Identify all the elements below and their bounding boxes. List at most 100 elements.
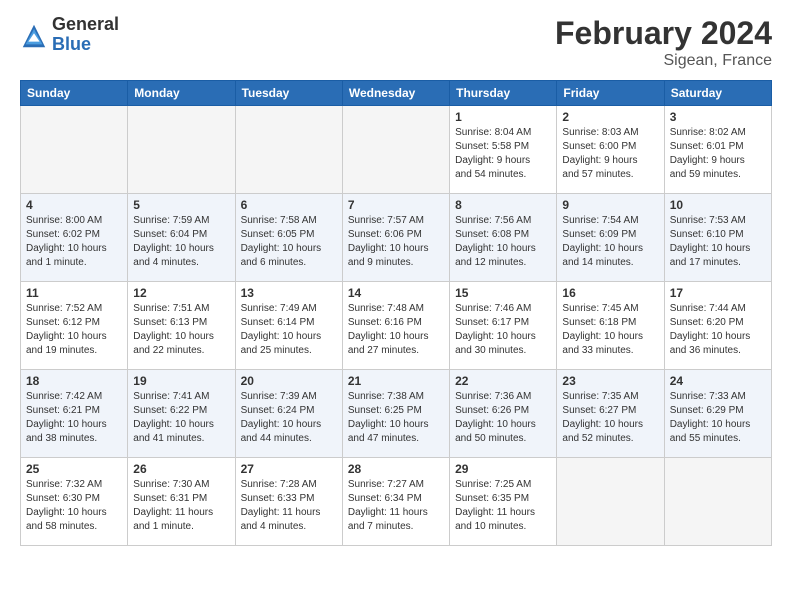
- calendar-cell: 15 Sunrise: 7:46 AM Sunset: 6:17 PM Dayli…: [450, 282, 557, 370]
- weekday-header: Tuesday: [235, 81, 342, 106]
- day-number: 8: [455, 198, 551, 212]
- day-number: 12: [133, 286, 229, 300]
- calendar-cell: 18 Sunrise: 7:42 AM Sunset: 6:21 PM Dayli…: [21, 370, 128, 458]
- day-info: Sunrise: 7:54 AM Sunset: 6:09 PM Dayligh…: [562, 214, 658, 270]
- calendar-cell: 9 Sunrise: 7:54 AM Sunset: 6:09 PM Daylig…: [557, 194, 664, 282]
- calendar-week-row: 11 Sunrise: 7:52 AM Sunset: 6:12 PM Dayli…: [21, 282, 772, 370]
- calendar-cell: [557, 458, 664, 546]
- day-info: Sunrise: 7:32 AM Sunset: 6:30 PM Dayligh…: [26, 478, 122, 534]
- day-info: Sunrise: 7:48 AM Sunset: 6:16 PM Dayligh…: [348, 302, 444, 358]
- calendar-cell: 21 Sunrise: 7:38 AM Sunset: 6:25 PM Dayli…: [342, 370, 449, 458]
- day-info: Sunrise: 8:02 AM Sunset: 6:01 PM Dayligh…: [670, 126, 766, 182]
- day-info: Sunrise: 7:46 AM Sunset: 6:17 PM Dayligh…: [455, 302, 551, 358]
- weekday-header: Monday: [128, 81, 235, 106]
- day-number: 1: [455, 110, 551, 124]
- calendar-cell: 24 Sunrise: 7:33 AM Sunset: 6:29 PM Dayli…: [664, 370, 771, 458]
- logo-general: General: [52, 15, 119, 35]
- calendar-cell: 11 Sunrise: 7:52 AM Sunset: 6:12 PM Dayli…: [21, 282, 128, 370]
- weekday-header: Friday: [557, 81, 664, 106]
- calendar-cell: 22 Sunrise: 7:36 AM Sunset: 6:26 PM Dayli…: [450, 370, 557, 458]
- title-block: February 2024 Sigean, France: [555, 15, 772, 70]
- calendar-week-row: 25 Sunrise: 7:32 AM Sunset: 6:30 PM Dayli…: [21, 458, 772, 546]
- calendar-cell: [342, 106, 449, 194]
- day-number: 9: [562, 198, 658, 212]
- day-info: Sunrise: 7:59 AM Sunset: 6:04 PM Dayligh…: [133, 214, 229, 270]
- day-number: 4: [26, 198, 122, 212]
- day-info: Sunrise: 7:25 AM Sunset: 6:35 PM Dayligh…: [455, 478, 551, 534]
- calendar-cell: 3 Sunrise: 8:02 AM Sunset: 6:01 PM Daylig…: [664, 106, 771, 194]
- header: General Blue February 2024 Sigean, Franc…: [20, 15, 772, 70]
- day-number: 28: [348, 462, 444, 476]
- day-number: 15: [455, 286, 551, 300]
- calendar-cell: 20Sunrise: 7:39 AM Sunset: 6:24 PM Dayli…: [235, 370, 342, 458]
- calendar-cell: 2Sunrise: 8:03 AM Sunset: 6:00 PM Daylig…: [557, 106, 664, 194]
- day-info: Sunrise: 7:30 AM Sunset: 6:31 PM Dayligh…: [133, 478, 229, 534]
- day-info: Sunrise: 7:33 AM Sunset: 6:29 PM Dayligh…: [670, 390, 766, 446]
- calendar-cell: 29 Sunrise: 7:25 AM Sunset: 6:35 PM Dayli…: [450, 458, 557, 546]
- day-number: 24: [670, 374, 766, 388]
- calendar-cell: 28 Sunrise: 7:27 AM Sunset: 6:34 PM Dayli…: [342, 458, 449, 546]
- day-info: Sunrise: 7:28 AM Sunset: 6:33 PM Dayligh…: [241, 478, 337, 534]
- month-title: February 2024: [555, 15, 772, 52]
- day-info: Sunrise: 7:41 AM Sunset: 6:22 PM Dayligh…: [133, 390, 229, 446]
- day-info: Sunrise: 7:51 AM Sunset: 6:13 PM Dayligh…: [133, 302, 229, 358]
- calendar-cell: [235, 106, 342, 194]
- day-info: Sunrise: 7:36 AM Sunset: 6:26 PM Dayligh…: [455, 390, 551, 446]
- header-row: SundayMondayTuesdayWednesdayThursdayFrid…: [21, 81, 772, 106]
- calendar-week-row: 1 Sunrise: 8:04 AM Sunset: 5:58 PM Daylig…: [21, 106, 772, 194]
- day-info: Sunrise: 8:04 AM Sunset: 5:58 PM Dayligh…: [455, 126, 551, 182]
- day-number: 22: [455, 374, 551, 388]
- calendar-cell: [21, 106, 128, 194]
- calendar-cell: 8 Sunrise: 7:56 AM Sunset: 6:08 PM Daylig…: [450, 194, 557, 282]
- day-number: 29: [455, 462, 551, 476]
- calendar-cell: [128, 106, 235, 194]
- calendar-cell: 27 Sunrise: 7:28 AM Sunset: 6:33 PM Dayli…: [235, 458, 342, 546]
- calendar-cell: 25 Sunrise: 7:32 AM Sunset: 6:30 PM Dayli…: [21, 458, 128, 546]
- day-number: 25: [26, 462, 122, 476]
- calendar-cell: 14 Sunrise: 7:48 AM Sunset: 6:16 PM Dayli…: [342, 282, 449, 370]
- day-info: Sunrise: 8:00 AM Sunset: 6:02 PM Dayligh…: [26, 214, 122, 270]
- logo-blue: Blue: [52, 35, 119, 55]
- day-info: Sunrise: 7:49 AM Sunset: 6:14 PM Dayligh…: [241, 302, 337, 358]
- calendar-cell: 4 Sunrise: 8:00 AM Sunset: 6:02 PM Daylig…: [21, 194, 128, 282]
- day-info: Sunrise: 7:53 AM Sunset: 6:10 PM Dayligh…: [670, 214, 766, 270]
- page: General Blue February 2024 Sigean, Franc…: [0, 0, 792, 612]
- calendar-cell: 26 Sunrise: 7:30 AM Sunset: 6:31 PM Dayli…: [128, 458, 235, 546]
- day-number: 17: [670, 286, 766, 300]
- location-title: Sigean, France: [555, 52, 772, 70]
- day-number: 27: [241, 462, 337, 476]
- day-info: Sunrise: 7:35 AM Sunset: 6:27 PM Dayligh…: [562, 390, 658, 446]
- logo-text: General Blue: [52, 15, 119, 55]
- day-number: 3: [670, 110, 766, 124]
- day-info: Sunrise: 7:56 AM Sunset: 6:08 PM Dayligh…: [455, 214, 551, 270]
- day-number: 20: [241, 374, 337, 388]
- day-info: Sunrise: 7:42 AM Sunset: 6:21 PM Dayligh…: [26, 390, 122, 446]
- day-number: 7: [348, 198, 444, 212]
- day-number: 21: [348, 374, 444, 388]
- day-info: Sunrise: 7:27 AM Sunset: 6:34 PM Dayligh…: [348, 478, 444, 534]
- weekday-header: Thursday: [450, 81, 557, 106]
- day-number: 26: [133, 462, 229, 476]
- weekday-header: Wednesday: [342, 81, 449, 106]
- calendar-cell: 19 Sunrise: 7:41 AM Sunset: 6:22 PM Dayli…: [128, 370, 235, 458]
- day-number: 18: [26, 374, 122, 388]
- calendar-cell: 6Sunrise: 7:58 AM Sunset: 6:05 PM Daylig…: [235, 194, 342, 282]
- logo-icon: [20, 22, 48, 50]
- weekday-header: Sunday: [21, 81, 128, 106]
- calendar-table: SundayMondayTuesdayWednesdayThursdayFrid…: [20, 80, 772, 546]
- day-number: 10: [670, 198, 766, 212]
- day-number: 14: [348, 286, 444, 300]
- calendar-cell: 17 Sunrise: 7:44 AM Sunset: 6:20 PM Dayli…: [664, 282, 771, 370]
- day-info: Sunrise: 7:52 AM Sunset: 6:12 PM Dayligh…: [26, 302, 122, 358]
- day-info: Sunrise: 7:58 AM Sunset: 6:05 PM Dayligh…: [241, 214, 337, 270]
- calendar-cell: 13 Sunrise: 7:49 AM Sunset: 6:14 PM Dayli…: [235, 282, 342, 370]
- day-number: 11: [26, 286, 122, 300]
- day-info: Sunrise: 7:38 AM Sunset: 6:25 PM Dayligh…: [348, 390, 444, 446]
- day-info: Sunrise: 7:44 AM Sunset: 6:20 PM Dayligh…: [670, 302, 766, 358]
- day-number: 23: [562, 374, 658, 388]
- day-number: 19: [133, 374, 229, 388]
- day-number: 13: [241, 286, 337, 300]
- calendar-cell: 7 Sunrise: 7:57 AM Sunset: 6:06 PM Daylig…: [342, 194, 449, 282]
- calendar-cell: 23 Sunrise: 7:35 AM Sunset: 6:27 PM Dayli…: [557, 370, 664, 458]
- day-info: Sunrise: 7:57 AM Sunset: 6:06 PM Dayligh…: [348, 214, 444, 270]
